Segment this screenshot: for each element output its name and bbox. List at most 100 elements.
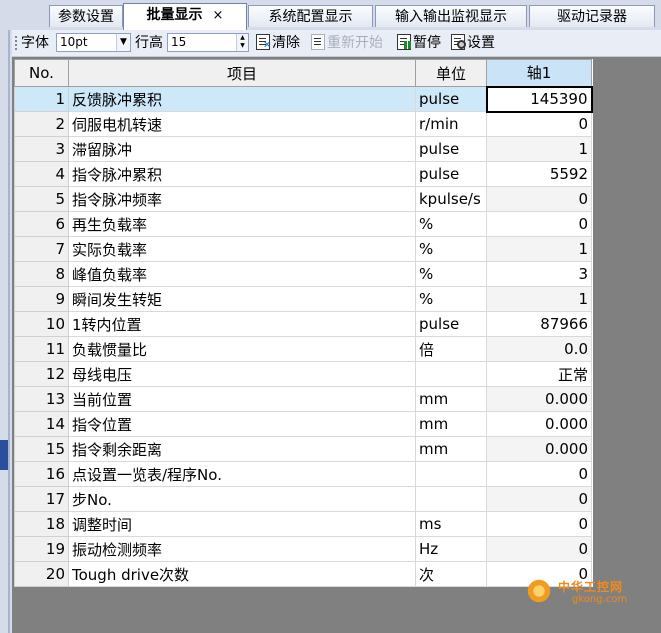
item-name-cell[interactable]: 点设置一览表/程序No. — [68, 461, 416, 487]
item-name-cell[interactable]: 振动检测频率 — [68, 536, 416, 562]
table-row[interactable]: 10 1转内位置 pulse 87966 — [14, 311, 592, 337]
pause-button[interactable]: 暂停 — [396, 34, 441, 52]
unit-cell[interactable]: r/min — [415, 111, 487, 137]
row-number-cell[interactable]: 7 — [14, 236, 69, 262]
axis1-value-cell[interactable]: 0.0 — [486, 336, 592, 362]
table-row[interactable]: 2 伺服电机转速 r/min 0 — [14, 111, 592, 137]
item-name-cell[interactable]: 实际负载率 — [68, 236, 416, 262]
tab-parameter-settings[interactable]: 参数设置 — [49, 5, 123, 27]
table-row[interactable]: 15 指令剩余距离 mm 0.000 — [14, 436, 592, 462]
row-number-cell[interactable]: 14 — [14, 411, 69, 437]
row-number-cell[interactable]: 4 — [14, 161, 69, 187]
table-row[interactable]: 9 瞬间发生转矩% 1 — [14, 286, 592, 312]
unit-cell[interactable] — [415, 486, 487, 512]
row-number-cell[interactable]: 8 — [14, 261, 69, 287]
chevron-down-icon[interactable]: ▼ — [116, 34, 130, 51]
table-row[interactable]: 1 反馈脉冲累积 pulse 145390 — [14, 85, 593, 113]
item-name-cell[interactable]: 当前位置 — [68, 386, 416, 412]
item-name-cell[interactable]: Tough drive次数 — [68, 561, 416, 587]
toolbar-grip[interactable] — [15, 36, 19, 50]
spin-arrows-icon[interactable]: ▲ ▼ — [236, 34, 248, 51]
table-row[interactable]: 20 Tough drive次数次 0 — [14, 561, 592, 587]
item-name-cell[interactable]: 瞬间发生转矩 — [68, 286, 416, 312]
restart-button[interactable]: 重新开始 — [310, 34, 383, 52]
table-row[interactable]: 14 指令位置 mm 0.000 — [14, 411, 592, 437]
table-row[interactable]: 3 滞留脉冲 pulse 1 — [14, 136, 592, 162]
table-row[interactable]: 19 振动检测频率 Hz 0 — [14, 536, 592, 562]
unit-cell[interactable]: 次 — [415, 561, 487, 587]
tab-system-config[interactable]: 系统配置显示 — [248, 5, 373, 27]
row-number-cell[interactable]: 12 — [14, 361, 69, 387]
row-number-cell[interactable]: 3 — [14, 136, 69, 162]
unit-cell[interactable]: mm — [415, 436, 487, 462]
item-name-cell[interactable]: 负载惯量比 — [68, 336, 416, 362]
settings-button[interactable]: 设置 — [450, 34, 495, 52]
axis1-value-cell[interactable]: 0 — [486, 186, 592, 212]
item-name-cell[interactable]: 反馈脉冲累积 — [68, 86, 416, 112]
axis1-value-cell[interactable]: 0.000 — [486, 436, 592, 462]
item-name-cell[interactable]: 指令脉冲累积 — [68, 161, 416, 187]
axis1-value-cell[interactable]: 0 — [486, 211, 592, 237]
axis1-value-cell[interactable]: 5592 — [486, 161, 592, 187]
row-number-cell[interactable]: 15 — [14, 436, 69, 462]
axis1-value-cell[interactable]: 0.000 — [486, 411, 592, 437]
item-name-cell[interactable]: 峰值负载率 — [68, 261, 416, 287]
axis1-value-cell[interactable]: 87966 — [486, 311, 592, 337]
row-number-cell[interactable]: 11 — [14, 336, 69, 362]
axis1-value-cell[interactable]: 1 — [486, 286, 592, 312]
font-size-select[interactable]: 10pt ▼ — [56, 33, 131, 52]
row-number-cell[interactable]: 9 — [14, 286, 69, 312]
tab-drive-recorder[interactable]: 驱动记录器 — [529, 5, 655, 27]
row-number-cell[interactable]: 17 — [14, 486, 69, 512]
axis1-value-cell[interactable]: 1 — [486, 136, 592, 162]
unit-cell[interactable]: mm — [415, 386, 487, 412]
table-row[interactable]: 11 负载惯量比倍 0.0 — [14, 336, 592, 362]
table-row[interactable]: 18 调整时间 ms 0 — [14, 511, 592, 537]
row-number-cell[interactable]: 1 — [14, 86, 69, 112]
unit-cell[interactable] — [415, 361, 487, 387]
item-name-cell[interactable]: 调整时间 — [68, 511, 416, 537]
row-number-cell[interactable]: 16 — [14, 461, 69, 487]
item-name-cell[interactable]: 指令位置 — [68, 411, 416, 437]
axis1-value-cell[interactable]: 0 — [486, 461, 592, 487]
row-number-cell[interactable]: 13 — [14, 386, 69, 412]
unit-cell[interactable]: % — [415, 261, 487, 287]
table-row[interactable]: 8 峰值负载率% 3 — [14, 261, 592, 287]
unit-cell[interactable] — [415, 461, 487, 487]
axis1-value-cell[interactable]: 0 — [486, 486, 592, 512]
row-number-cell[interactable]: 6 — [14, 211, 69, 237]
unit-cell[interactable]: % — [415, 236, 487, 262]
unit-cell[interactable]: pulse — [415, 311, 487, 337]
row-number-cell[interactable]: 20 — [14, 561, 69, 587]
table-row[interactable]: 17 步No. 0 — [14, 486, 592, 512]
axis1-value-cell[interactable]: 0 — [486, 111, 592, 137]
close-icon[interactable]: × — [213, 8, 224, 23]
axis1-value-cell[interactable]: 正常 — [486, 361, 592, 387]
item-name-cell[interactable]: 步No. — [68, 486, 416, 512]
row-number-cell[interactable]: 5 — [14, 186, 69, 212]
table-row[interactable]: 16 点设置一览表/程序No. 0 — [14, 461, 592, 487]
item-name-cell[interactable]: 指令剩余距离 — [68, 436, 416, 462]
column-header-axis1[interactable]: 轴1 — [486, 59, 592, 87]
row-number-cell[interactable]: 10 — [14, 311, 69, 337]
axis1-value-cell[interactable]: 0 — [486, 536, 592, 562]
clear-button[interactable]: ✕ 清除 — [255, 34, 300, 52]
axis1-value-cell[interactable]: 0 — [486, 561, 592, 587]
tab-io-monitor[interactable]: 输入输出监视显示 — [375, 5, 527, 27]
unit-cell[interactable]: % — [415, 211, 487, 237]
table-row[interactable]: 6 再生负载率% 0 — [14, 211, 592, 237]
table-row[interactable]: 4 指令脉冲累积 pulse 5592 — [14, 161, 592, 187]
unit-cell[interactable]: pulse — [415, 161, 487, 187]
tab-batch-display[interactable]: 批量显示 × — [123, 3, 247, 30]
unit-cell[interactable]: kpulse/s — [415, 186, 487, 212]
column-header-unit[interactable]: 单位 — [415, 59, 487, 87]
table-row[interactable]: 5 指令脉冲频率 kpulse/s 0 — [14, 186, 592, 212]
row-number-cell[interactable]: 19 — [14, 536, 69, 562]
table-row[interactable]: 12 母线电压 正常 — [14, 361, 592, 387]
item-name-cell[interactable]: 1转内位置 — [68, 311, 416, 337]
unit-cell[interactable]: Hz — [415, 536, 487, 562]
unit-cell[interactable]: mm — [415, 411, 487, 437]
item-name-cell[interactable]: 滞留脉冲 — [68, 136, 416, 162]
row-number-cell[interactable]: 18 — [14, 511, 69, 537]
item-name-cell[interactable]: 指令脉冲频率 — [68, 186, 416, 212]
